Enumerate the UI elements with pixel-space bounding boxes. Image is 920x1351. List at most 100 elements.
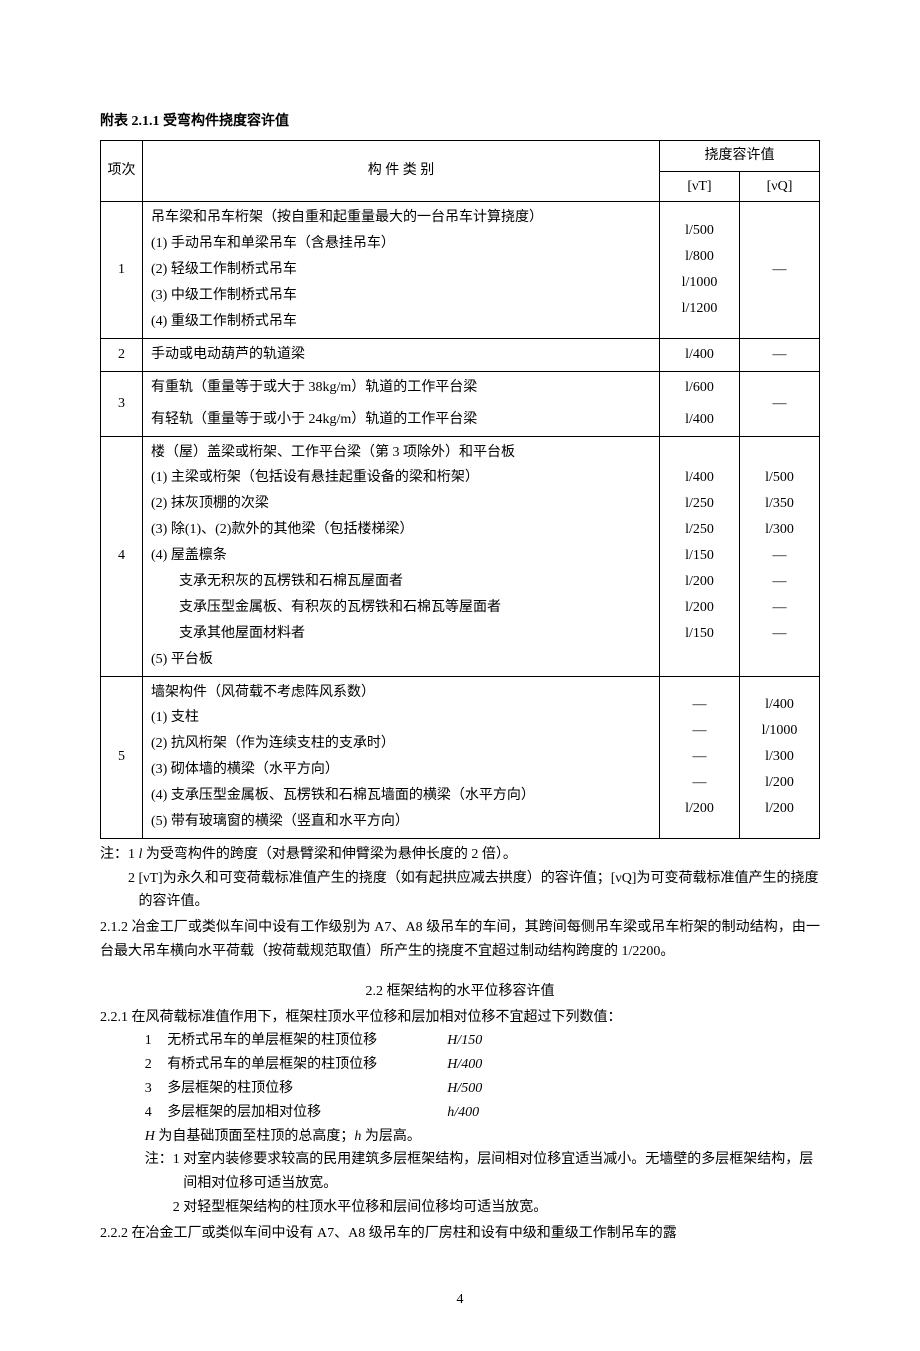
para-2-1-2: 2.1.2 冶金工厂或类似车间中设有工作级别为 A7、A8 级吊车的车间，其跨间… bbox=[100, 916, 820, 964]
vq-val: — bbox=[746, 543, 813, 569]
list-item: 4 多层框架的层加相对位移 h/400 bbox=[145, 1101, 820, 1125]
row-index: 3 bbox=[101, 371, 143, 436]
table-row: 3 有重轨（重量等于或大于 38kg/m）轨道的工作平台梁 l/600 — bbox=[101, 371, 820, 403]
subnote-1: 对室内装修要求较高的民用建筑多层框架结构，层间相对位移宜适当减小。无墙壁的多层框… bbox=[183, 1148, 820, 1196]
cat-line: 支承压型金属板、有积灰的瓦楞铁和石棉瓦等屋面者 bbox=[151, 595, 653, 621]
vq-val: l/500 bbox=[746, 465, 813, 491]
vt-val: l/800 bbox=[666, 244, 733, 270]
cat-line: (4) 屋盖檩条 bbox=[151, 543, 653, 569]
list-val: h/400 bbox=[447, 1101, 479, 1125]
hdr-item: 项次 bbox=[101, 140, 143, 202]
cat-line: 支承无积灰的瓦楞铁和石棉瓦屋面者 bbox=[151, 569, 653, 595]
vt-val: l/200 bbox=[666, 595, 733, 621]
row-index: 4 bbox=[101, 436, 143, 676]
list-val: H/150 bbox=[447, 1029, 482, 1053]
vt-val: l/150 bbox=[666, 543, 733, 569]
vq-val: l/1000 bbox=[746, 718, 813, 744]
note-num: 2 bbox=[100, 867, 139, 915]
h-definition: H 为自基础顶面至柱顶的总高度；h 为层高。H 为自基础顶面至柱顶的总高度；h … bbox=[145, 1125, 820, 1149]
table-row: 有轻轨（重量等于或小于 24kg/m）轨道的工作平台梁 l/400 bbox=[101, 404, 820, 436]
note-label: 注：1 bbox=[100, 843, 139, 867]
vq-val: l/350 bbox=[746, 491, 813, 517]
vq-val: l/200 bbox=[746, 770, 813, 796]
cat-line: (3) 砌体墙的横梁（水平方向） bbox=[151, 757, 653, 783]
cat-line: (4) 支承压型金属板、瓦楞铁和石棉瓦墙面的横梁（水平方向） bbox=[151, 783, 653, 809]
cat-line: (1) 手动吊车和单梁吊车（含悬挂吊车） bbox=[151, 231, 653, 257]
hdr-allow: 挠度容许值 bbox=[660, 140, 820, 171]
row-category: 有轻轨（重量等于或小于 24kg/m）轨道的工作平台梁 bbox=[143, 404, 660, 436]
cat-line: 吊车梁和吊车桁架（按自重和起重量最大的一台吊车计算挠度） bbox=[151, 205, 653, 231]
vq-val: — bbox=[746, 569, 813, 595]
subnote-num: 2 bbox=[145, 1196, 184, 1220]
list-item: 1 无桥式吊车的单层框架的柱顶位移 H/150 bbox=[145, 1029, 820, 1053]
vt-val: l/200 bbox=[666, 796, 733, 822]
table-notes: 注：1 l l 为受弯构件的跨度（对悬臂梁和伸臂梁为悬伸长度的 2 倍）。为受弯… bbox=[100, 843, 820, 914]
cat-line: 楼（屋）盖梁或桁架、工作平台梁（第 3 项除外）和平台板 bbox=[151, 440, 653, 466]
cat-line: (2) 抹灰顶棚的次梁 bbox=[151, 491, 653, 517]
list-num: 1 bbox=[145, 1029, 167, 1053]
row-vt: l/400 l/250 l/250 l/150 l/200 l/200 l/15… bbox=[660, 436, 740, 676]
table-row: 1 吊车梁和吊车桁架（按自重和起重量最大的一台吊车计算挠度） (1) 手动吊车和… bbox=[101, 202, 820, 338]
list-item: 3 多层框架的柱顶位移 H/500 bbox=[145, 1077, 820, 1101]
row-vq: l/500 l/350 l/300 — — — — bbox=[740, 436, 820, 676]
list-desc: 多层框架的层加相对位移 bbox=[167, 1101, 447, 1125]
row-index: 5 bbox=[101, 676, 143, 838]
row-vt: l/600 bbox=[660, 371, 740, 403]
section-2-2-title: 2.2 框架结构的水平位移容许值 bbox=[100, 980, 820, 1004]
list-num: 2 bbox=[145, 1053, 167, 1077]
vt-val: — bbox=[666, 718, 733, 744]
hdr-category: 构 件 类 别 bbox=[143, 140, 660, 202]
list-desc: 有桥式吊车的单层框架的柱顶位移 bbox=[167, 1053, 447, 1077]
list-num: 4 bbox=[145, 1101, 167, 1125]
subnote-label: 注：1 bbox=[145, 1148, 184, 1196]
hdr-vt: [νT] bbox=[660, 171, 740, 202]
row-vt: l/400 bbox=[660, 338, 740, 371]
row-category: 吊车梁和吊车桁架（按自重和起重量最大的一台吊车计算挠度） (1) 手动吊车和单梁… bbox=[143, 202, 660, 338]
note-2: [νT]为永久和可变荷载标准值产生的挠度（如有起拱应减去拱度）的容许值；[νQ]… bbox=[139, 867, 821, 915]
note-1: l l 为受弯构件的跨度（对悬臂梁和伸臂梁为悬伸长度的 2 倍）。为受弯构件的跨… bbox=[139, 843, 821, 867]
cat-line: (1) 主梁或桁架（包括设有悬挂起重设备的梁和桁架） bbox=[151, 465, 653, 491]
vt-val: l/250 bbox=[666, 517, 733, 543]
cat-line: (2) 抗风桁架（作为连续支柱的支承时） bbox=[151, 731, 653, 757]
subnote-2: 对轻型框架结构的柱顶水平位移和层间位移均可适当放宽。 bbox=[183, 1196, 820, 1220]
sub-notes: 注：1 对室内装修要求较高的民用建筑多层框架结构，层间相对位移宜适当减小。无墙壁… bbox=[145, 1148, 820, 1219]
row-category: 有重轨（重量等于或大于 38kg/m）轨道的工作平台梁 bbox=[143, 371, 660, 403]
vt-val: — bbox=[666, 692, 733, 718]
vq-val: — bbox=[746, 257, 813, 283]
row-category: 楼（屋）盖梁或桁架、工作平台梁（第 3 项除外）和平台板 (1) 主梁或桁架（包… bbox=[143, 436, 660, 676]
cat-line: (5) 平台板 bbox=[151, 647, 653, 673]
vq-val: — bbox=[746, 621, 813, 647]
hdr-vq: [νQ] bbox=[740, 171, 820, 202]
list-item: 2 有桥式吊车的单层框架的柱顶位移 H/400 bbox=[145, 1053, 820, 1077]
vq-val: l/300 bbox=[746, 744, 813, 770]
cat-line: (2) 轻级工作制桥式吊车 bbox=[151, 257, 653, 283]
table-row: 5 墙架构件（风荷载不考虑阵风系数） (1) 支柱 (2) 抗风桁架（作为连续支… bbox=[101, 676, 820, 838]
vt-val: l/250 bbox=[666, 491, 733, 517]
list-desc: 无桥式吊车的单层框架的柱顶位移 bbox=[167, 1029, 447, 1053]
vq-val: l/400 bbox=[746, 692, 813, 718]
para-2-2-1-lead: 2.2.1 在风荷载标准值作用下，框架柱顶水平位移和层加相对位移不宜超过下列数值… bbox=[100, 1006, 820, 1030]
row-index: 2 bbox=[101, 338, 143, 371]
row-category: 手动或电动葫芦的轨道梁 bbox=[143, 338, 660, 371]
row-index: 1 bbox=[101, 202, 143, 338]
cat-line: 手动或电动葫芦的轨道梁 bbox=[151, 342, 653, 368]
row-vt: — — — — l/200 bbox=[660, 676, 740, 838]
cat-line: (3) 除(1)、(2)款外的其他梁（包括楼梯梁） bbox=[151, 517, 653, 543]
row-vq: — bbox=[740, 202, 820, 338]
vt-val: l/200 bbox=[666, 569, 733, 595]
list-desc: 多层框架的柱顶位移 bbox=[167, 1077, 447, 1101]
row-vt: l/500 l/800 l/1000 l/1200 bbox=[660, 202, 740, 338]
vq-val: l/300 bbox=[746, 517, 813, 543]
vt-val: l/400 bbox=[666, 465, 733, 491]
row-vq: — bbox=[740, 338, 820, 371]
table-row: 4 楼（屋）盖梁或桁架、工作平台梁（第 3 项除外）和平台板 (1) 主梁或桁架… bbox=[101, 436, 820, 676]
cat-line: (3) 中级工作制桥式吊车 bbox=[151, 283, 653, 309]
vt-val: l/150 bbox=[666, 621, 733, 647]
cat-line: 有轻轨（重量等于或小于 24kg/m）轨道的工作平台梁 bbox=[151, 407, 653, 433]
cat-line: (4) 重级工作制桥式吊车 bbox=[151, 309, 653, 335]
vt-val: — bbox=[666, 770, 733, 796]
row-category: 墙架构件（风荷载不考虑阵风系数） (1) 支柱 (2) 抗风桁架（作为连续支柱的… bbox=[143, 676, 660, 838]
list-num: 3 bbox=[145, 1077, 167, 1101]
table-title: 附表 2.1.1 受弯构件挠度容许值 bbox=[100, 110, 820, 134]
vq-val: l/200 bbox=[746, 796, 813, 822]
